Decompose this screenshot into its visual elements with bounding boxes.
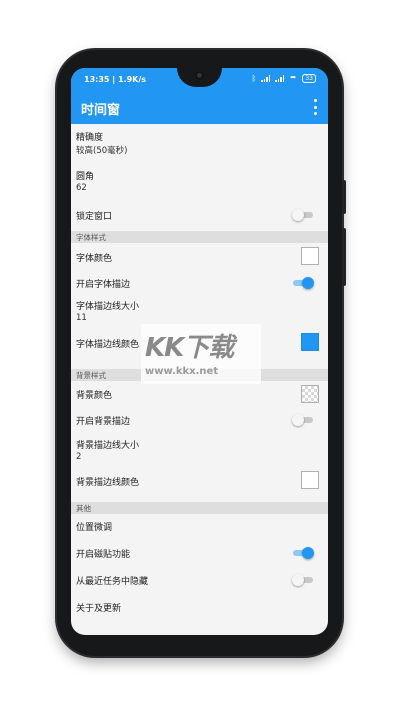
font-style-section: 字体样式 — [71, 231, 328, 243]
position-adjust-label: 位置微调 — [76, 523, 113, 533]
lock-window-label: 锁定窗口 — [76, 212, 113, 222]
font-stroke-size-item[interactable]: 字体描边线大小 11 — [71, 296, 328, 326]
watermark: KK下载 www.kkx.net — [141, 324, 261, 384]
lock-window-item[interactable]: 锁定窗口 — [71, 204, 328, 226]
font-stroke-size-label: 字体描边线大小 — [76, 302, 140, 312]
other-section-label: 其他 — [76, 504, 91, 513]
status-icons: ᛒ 33 — [252, 74, 316, 83]
position-adjust-item[interactable]: 位置微调 — [71, 516, 328, 538]
background-style-section-label: 背景样式 — [76, 371, 106, 380]
corner-label: 圆角 — [76, 172, 95, 182]
lock-window-toggle[interactable] — [292, 209, 314, 221]
app-bar: 时间窗 — [71, 90, 328, 124]
camera-notch — [177, 68, 222, 87]
bg-stroke-size-value: 2 — [76, 452, 82, 462]
other-section: 其他 — [71, 502, 328, 514]
precision-value: 较高(50毫秒) — [76, 146, 128, 156]
bg-stroke-color-label: 背景描边线颜色 — [76, 478, 140, 488]
font-color-label: 字体颜色 — [76, 254, 113, 264]
signal-icon-2 — [275, 75, 285, 82]
bg-stroke-toggle[interactable] — [292, 414, 314, 426]
snap-item[interactable]: 开启磁贴功能 — [71, 543, 328, 565]
power-button — [342, 180, 346, 214]
font-color-item[interactable]: 字体颜色 — [71, 244, 328, 268]
bg-stroke-size-item[interactable]: 背景描边线大小 2 — [71, 434, 328, 464]
front-camera-icon — [195, 71, 204, 80]
snap-label: 开启磁贴功能 — [76, 550, 131, 560]
corner-value: 62 — [76, 183, 87, 193]
precision-label: 精确度 — [76, 133, 104, 143]
font-stroke-toggle[interactable] — [292, 277, 314, 289]
font-stroke-color-label: 字体描边线颜色 — [76, 340, 140, 350]
bg-stroke-color-swatch[interactable] — [301, 471, 319, 489]
status-time: 13:35 | 1.9K/s — [84, 75, 147, 84]
bg-color-swatch[interactable] — [301, 385, 319, 403]
hide-recent-label: 从最近任务中隐藏 — [76, 577, 149, 587]
snap-toggle[interactable] — [292, 547, 314, 559]
about-item[interactable]: 关于及更新 — [71, 596, 328, 618]
app-title: 时间窗 — [81, 103, 121, 118]
corner-item[interactable]: 圆角 62 — [71, 168, 328, 198]
watermark-url: www.kkx.net — [145, 366, 219, 377]
font-stroke-label: 开启字体描边 — [76, 280, 131, 290]
bluetooth-icon: ᛒ — [251, 74, 257, 83]
overflow-menu-icon[interactable] — [310, 99, 320, 115]
hide-recent-toggle[interactable] — [292, 574, 314, 586]
bg-color-item[interactable]: 背景颜色 — [71, 382, 328, 406]
battery-icon: 33 — [302, 74, 316, 83]
font-stroke-item[interactable]: 开启字体描边 — [71, 272, 328, 294]
watermark-logo: KK下载 — [145, 333, 234, 363]
font-color-swatch[interactable] — [301, 247, 319, 265]
font-stroke-size-value: 11 — [76, 313, 87, 323]
volume-button — [342, 228, 346, 286]
bg-stroke-color-item[interactable]: 背景描边线颜色 — [71, 467, 328, 493]
font-style-section-label: 字体样式 — [76, 233, 106, 242]
wifi-icon — [289, 75, 298, 82]
about-label: 关于及更新 — [76, 604, 122, 614]
font-stroke-color-swatch[interactable] — [301, 333, 319, 351]
bg-stroke-label: 开启背景描边 — [76, 417, 131, 427]
bg-stroke-item[interactable]: 开启背景描边 — [71, 410, 328, 432]
hide-recent-item[interactable]: 从最近任务中隐藏 — [71, 569, 328, 591]
signal-icon — [261, 75, 271, 82]
bg-color-label: 背景颜色 — [76, 391, 113, 401]
status-bar: 13:35 | 1.9K/s ᛒ 33 — [71, 68, 328, 90]
bg-stroke-size-label: 背景描边线大小 — [76, 441, 140, 451]
precision-item[interactable]: 精确度 较高(50毫秒) — [71, 128, 328, 160]
